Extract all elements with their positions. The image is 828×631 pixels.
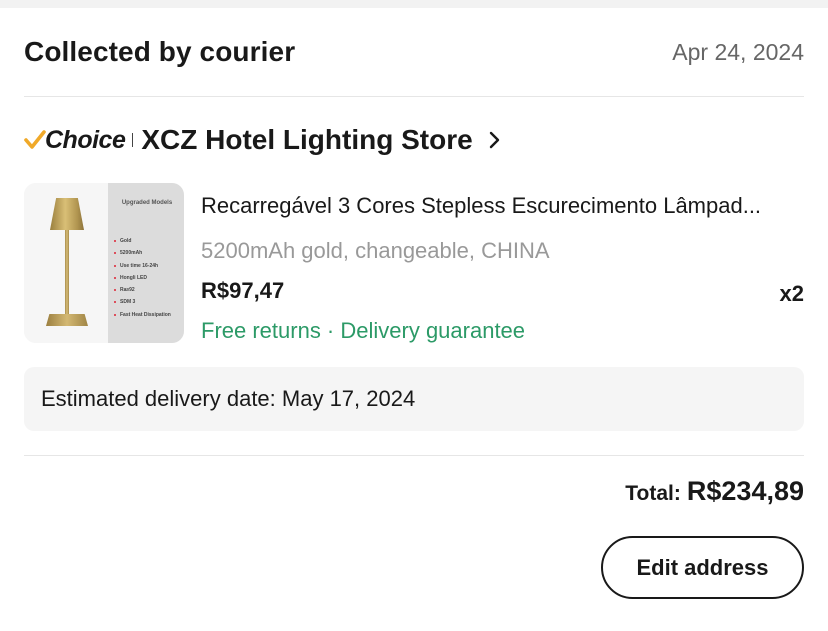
product-info: Recarregável 3 Cores Stepless Escurecime… [201,183,804,351]
thumbnail-heading: Upgraded Models [121,200,173,206]
choice-badge: Choice [24,125,126,155]
product-title[interactable]: Recarregável 3 Cores Stepless Escurecime… [201,193,804,219]
thumbnail-feature: Hongli LED [114,272,171,284]
order-date: Apr 24, 2024 [672,38,804,65]
thumbnail-feature: 5200mAh [114,247,171,259]
estimated-delivery-text: Estimated delivery date: May 17, 2024 [41,386,416,411]
checkmark-icon [24,130,46,149]
order-header: Collected by courier Apr 24, 2024 [24,8,804,97]
thumbnail-feature: Gold [114,235,171,247]
total-label: Total: [625,482,681,505]
total-value: R$234,89 [686,476,804,506]
estimated-delivery-box: Estimated delivery date: May 17, 2024 [24,367,804,431]
product-item[interactable]: Upgraded Models Gold 5200mAh Use time 16… [24,183,804,351]
product-benefits: Free returns · Delivery guarantee [201,318,526,343]
store-link[interactable]: Choice XCZ Hotel Lighting Store [24,122,503,158]
product-thumbnail[interactable]: Upgraded Models Gold 5200mAh Use time 16… [24,183,184,343]
order-card: Collected by courier Apr 24, 2024 Choice… [0,8,828,631]
order-status: Collected by courier [24,36,296,67]
product-quantity: x2 [779,281,804,306]
store-name[interactable]: XCZ Hotel Lighting Store [141,124,472,156]
edit-address-button[interactable]: Edit address [601,536,804,599]
product-variant: 5200mAh gold, changeable, CHINA [201,238,550,263]
badge-divider [132,133,134,147]
chevron-right-icon[interactable] [487,130,503,150]
thumbnail-feature: SDM 3 [114,296,171,308]
product-price: R$97,47 [201,278,285,303]
order-total: Total: R$234,89 [625,476,804,516]
choice-label: Choice [45,125,126,154]
thumbnail-feature: Fast Heat Dissipation [114,309,171,321]
thumbnail-feature: Ra≥92 [114,284,171,296]
divider [24,455,804,456]
thumbnail-feature: Use time 16-24h [114,260,171,272]
thumbnail-feature-list: Gold 5200mAh Use time 16-24h Hongli LED … [114,235,171,321]
